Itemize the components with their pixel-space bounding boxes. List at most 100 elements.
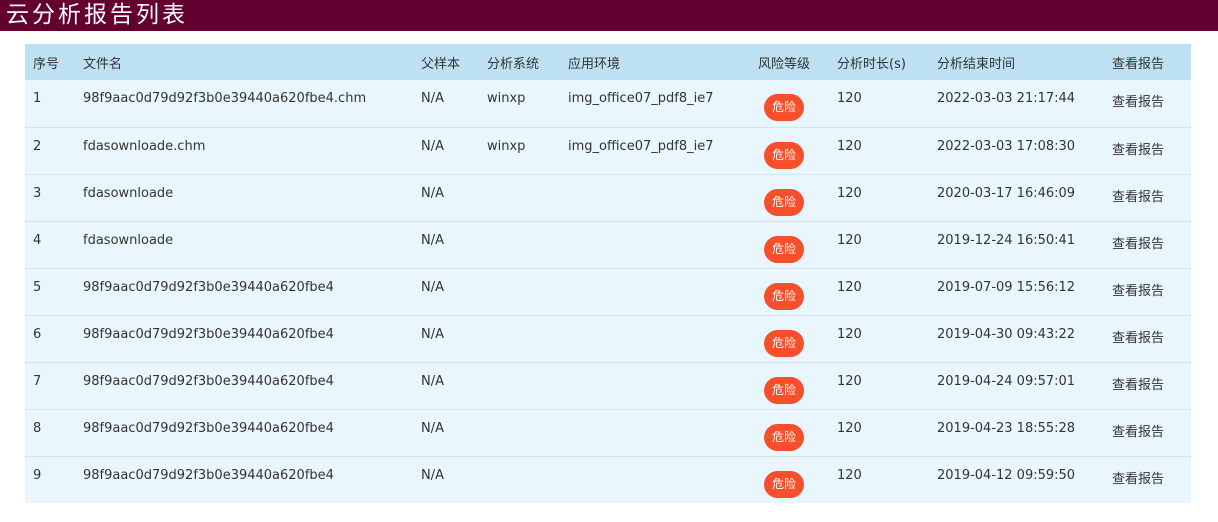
view-report-link[interactable]: 查看报告 [1112, 143, 1164, 158]
cell-system [479, 220, 560, 268]
cell-env: img_office07_pdf8_ie7 [568, 91, 714, 106]
risk-badge: 危险 [763, 94, 804, 121]
cell-index: 1 [33, 91, 42, 106]
cell-filename: 98f9aac0d79d92f3b0e39440a620fbe4 [75, 361, 413, 409]
cell-filename: fdasownloade [75, 220, 413, 268]
header-end-time: 分析结束时间 [937, 56, 1016, 72]
view-report-link[interactable]: 查看报告 [1112, 284, 1164, 299]
table-row: 8 98f9aac0d79d92f3b0e39440a620fbe4 N/A 危… [25, 408, 1191, 456]
cell-filename: 98f9aac0d79d92f3b0e39440a620fbe4 [75, 455, 413, 503]
cell-index: 3 [25, 173, 75, 221]
cell-parent: N/A [413, 361, 479, 409]
cell-risk: 危险 [739, 267, 829, 315]
cell-filename: 98f9aac0d79d92f3b0e39440a620fbe4.chm [83, 91, 367, 106]
cell-system [479, 408, 560, 456]
cell-risk: 危险 [739, 173, 829, 221]
table-row: 9 98f9aac0d79d92f3b0e39440a620fbe4 N/A 危… [25, 455, 1191, 503]
cell-env [560, 267, 739, 315]
cell-risk: 危险 [739, 408, 829, 456]
cell-env [560, 314, 739, 362]
cell-report: 查看报告 [1104, 220, 1191, 268]
table-row: 1 98f9aac0d79d92f3b0e39440a620fbe4.chm N… [25, 80, 1191, 127]
cell-report: 查看报告 [1104, 361, 1191, 409]
cell-report: 查看报告 [1104, 173, 1191, 221]
cell-index: 8 [25, 408, 75, 456]
cell-duration: 120 [829, 173, 929, 221]
cell-env [560, 408, 739, 456]
cell-parent: N/A [413, 408, 479, 456]
table-row: 7 98f9aac0d79d92f3b0e39440a620fbe4 N/A 危… [25, 361, 1191, 409]
cell-report: 查看报告 [1104, 408, 1191, 456]
risk-badge: 危险 [763, 235, 804, 263]
header-report: 查看报告 [1112, 56, 1165, 72]
cell-report: 查看报告 [1104, 455, 1191, 503]
view-report-link[interactable]: 查看报告 [1112, 472, 1164, 487]
report-table-container: 序号 文件名 父样本 分析系统 应用环境 风险等级 分析时长(s) 分析结束时间… [25, 44, 1191, 503]
cell-system [479, 455, 560, 503]
table-row: 5 98f9aac0d79d92f3b0e39440a620fbe4 N/A 危… [25, 267, 1191, 315]
report-table: 序号 文件名 父样本 分析系统 应用环境 风险等级 分析时长(s) 分析结束时间… [25, 44, 1191, 503]
view-report-link[interactable]: 查看报告 [1112, 378, 1164, 393]
header-env: 应用环境 [568, 56, 621, 72]
cell-parent: N/A [413, 126, 479, 174]
risk-badge: 危险 [763, 329, 804, 357]
cell-end-time: 2022-03-03 21:17:44 [937, 91, 1076, 106]
cell-end-time: 2020-03-17 16:46:09 [929, 173, 1104, 221]
cell-parent: N/A [413, 455, 479, 503]
cell-env [560, 455, 739, 503]
cell-duration: 120 [829, 408, 929, 456]
cell-report: 查看报告 [1104, 314, 1191, 362]
header-index: 序号 [33, 56, 60, 72]
cell-system: winxp [479, 126, 560, 174]
cell-system [479, 173, 560, 221]
cell-duration: 120 [829, 220, 929, 268]
cell-index: 5 [25, 267, 75, 315]
cell-report: 查看报告 [1104, 126, 1191, 174]
cell-index: 6 [25, 314, 75, 362]
view-report-link[interactable]: 查看报告 [1112, 425, 1164, 440]
cell-end-time: 2019-12-24 16:50:41 [929, 220, 1104, 268]
cell-parent: N/A [413, 220, 479, 268]
cell-risk: 危险 [739, 314, 829, 362]
view-report-link[interactable]: 查看报告 [1112, 331, 1164, 346]
cell-env [560, 361, 739, 409]
header-system: 分析系统 [487, 56, 540, 72]
cell-duration: 120 [829, 314, 929, 362]
cell-risk: 危险 [739, 455, 829, 503]
cell-index: 2 [25, 126, 75, 174]
cell-env: img_office07_pdf8_ie7 [560, 126, 739, 174]
cell-filename: 98f9aac0d79d92f3b0e39440a620fbe4 [75, 314, 413, 362]
cell-end-time: 2019-07-09 15:56:12 [929, 267, 1104, 315]
cell-filename: fdasownloade [75, 173, 413, 221]
view-report-link[interactable]: 查看报告 [1112, 237, 1164, 252]
table-row: 3 fdasownloade N/A 危险 120 2020-03-17 16:… [25, 173, 1191, 221]
cell-system: winxp [487, 91, 526, 106]
table-header-row: 序号 文件名 父样本 分析系统 应用环境 风险等级 分析时长(s) 分析结束时间… [25, 44, 1191, 80]
cell-parent: N/A [413, 314, 479, 362]
cell-duration: 120 [829, 455, 929, 503]
cell-risk: 危险 [739, 361, 829, 409]
cell-filename: fdasownloade.chm [75, 126, 413, 174]
cell-env [560, 220, 739, 268]
cell-index: 9 [25, 455, 75, 503]
cell-end-time: 2019-04-24 09:57:01 [929, 361, 1104, 409]
cell-filename: 98f9aac0d79d92f3b0e39440a620fbe4 [75, 408, 413, 456]
risk-badge: 危险 [763, 470, 804, 498]
cell-duration: 120 [837, 91, 862, 106]
cell-end-time: 2019-04-12 09:59:50 [929, 455, 1104, 503]
cell-index: 7 [25, 361, 75, 409]
risk-badge: 危险 [763, 376, 804, 404]
header-risk: 风险等级 [757, 56, 810, 72]
cell-parent: N/A [421, 91, 444, 106]
view-report-link[interactable]: 查看报告 [1112, 190, 1164, 205]
cell-end-time: 2019-04-30 09:43:22 [929, 314, 1104, 362]
cell-parent: N/A [413, 173, 479, 221]
header-duration: 分析时长(s) [837, 56, 906, 72]
cell-report: 查看报告 [1104, 267, 1191, 315]
cell-duration: 120 [829, 126, 929, 174]
view-report-link[interactable]: 查看报告 [1112, 95, 1164, 110]
cell-filename: 98f9aac0d79d92f3b0e39440a620fbe4 [75, 267, 413, 315]
cell-duration: 120 [829, 267, 929, 315]
cell-risk: 危险 [739, 126, 829, 174]
table-row: 4 fdasownloade N/A 危险 120 2019-12-24 16:… [25, 220, 1191, 268]
